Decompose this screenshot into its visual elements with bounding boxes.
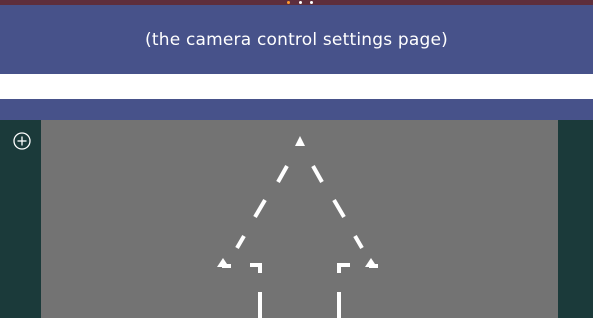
page-dot[interactable] xyxy=(298,1,302,4)
dashed-up-arrow-icon xyxy=(217,136,378,318)
page-dot-active[interactable] xyxy=(287,1,290,4)
page-dot[interactable] xyxy=(310,1,313,4)
plus-circle-icon xyxy=(13,132,31,150)
camera-viewport[interactable] xyxy=(41,120,558,318)
add-button[interactable] xyxy=(12,131,32,151)
header-banner: (the camera control settings page) xyxy=(0,5,593,74)
page-caption: (the camera control settings page) xyxy=(145,29,448,50)
toolbar-band xyxy=(0,99,593,120)
right-control-rail xyxy=(558,120,593,318)
section-divider xyxy=(0,74,593,99)
camera-control-settings-page: (the camera control settings page) xyxy=(0,0,593,318)
